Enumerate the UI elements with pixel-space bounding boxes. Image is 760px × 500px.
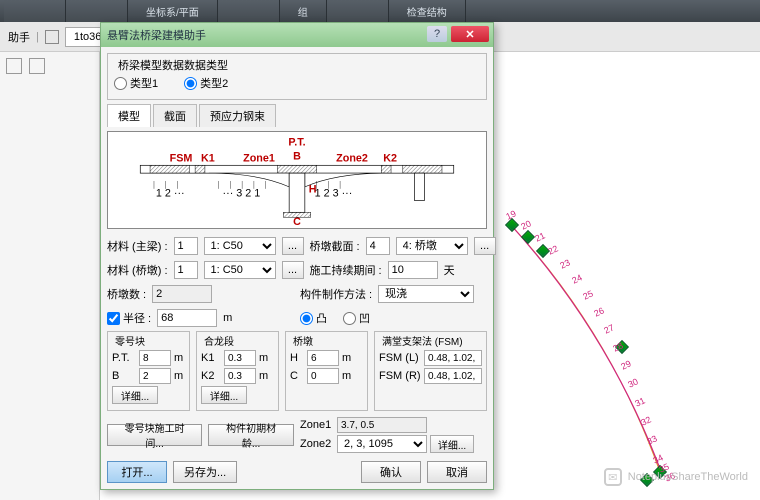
c-input[interactable]: [307, 368, 339, 384]
fsm-r-input[interactable]: [424, 368, 482, 384]
method-select[interactable]: 现浇: [378, 285, 474, 303]
duration-label: 施工持续期间 :: [310, 262, 382, 278]
svg-text:Zone1: Zone1: [243, 152, 275, 164]
tab-model[interactable]: 模型: [107, 104, 151, 127]
radio-convex[interactable]: 凸: [300, 310, 327, 326]
closure-detail-button[interactable]: 详细...: [201, 386, 247, 404]
svg-text:B: B: [293, 150, 301, 162]
wechat-icon: ✉: [604, 468, 622, 486]
toolbar-label: 助手: [8, 29, 30, 45]
pt-input[interactable]: [139, 350, 171, 366]
ok-button[interactable]: 确认: [361, 461, 421, 483]
zone2-select[interactable]: 2, 3, 1095: [337, 435, 427, 453]
fs-closure: 合龙段 K1m K2m 详细...: [196, 331, 279, 411]
duration-unit: 天: [444, 262, 455, 278]
pier-section-more[interactable]: ...: [474, 237, 496, 255]
radius-unit: m: [223, 312, 232, 324]
pier-material-select[interactable]: 1: C50: [204, 261, 276, 279]
pier-section-select[interactable]: 4: 桥墩: [396, 237, 468, 255]
zone-detail-button[interactable]: 详细...: [430, 435, 474, 453]
main-material-select[interactable]: 1: C50: [204, 237, 276, 255]
radius-input[interactable]: [157, 309, 217, 327]
method-label: 构件制作方法 :: [300, 286, 372, 302]
radio-concave[interactable]: 凹: [343, 310, 370, 326]
k2-input[interactable]: [224, 368, 256, 384]
fs-block0: 零号块 P.T.m Bm 详细...: [107, 331, 190, 411]
cancel-button[interactable]: 取消: [427, 461, 487, 483]
ribbon-group-group: 组: [280, 0, 327, 22]
svg-text:1 2 3 ···: 1 2 3 ···: [315, 188, 353, 200]
b-input[interactable]: [139, 368, 171, 384]
ribbon-btn[interactable]: [218, 0, 280, 22]
ribbon-btn[interactable]: [327, 0, 389, 22]
element-icon: [45, 30, 59, 44]
tab-tendon[interactable]: 预应力钢束: [199, 104, 276, 127]
pier-section-label: 桥墩截面 :: [310, 238, 360, 254]
app-ribbon: 坐标系/平面 组 检查结构: [0, 0, 760, 22]
pier-material-label: 材料 (桥墩) :: [107, 262, 168, 278]
close-button[interactable]: ✕: [451, 26, 489, 42]
svg-text:Zone2: Zone2: [336, 152, 368, 164]
svg-text:P.T.: P.T.: [288, 137, 305, 149]
ribbon-group-coord: 坐标系/平面: [128, 0, 218, 22]
fs-data-type-title: 桥梁模型数据数据类型: [114, 57, 232, 73]
pier-section-num[interactable]: [366, 237, 390, 255]
tree-icon[interactable]: [29, 58, 45, 74]
pier-material-more[interactable]: ...: [282, 261, 304, 279]
tree-icon[interactable]: [6, 58, 22, 74]
tab-section[interactable]: 截面: [153, 104, 197, 127]
duration-input[interactable]: [388, 261, 438, 279]
dialog-titlebar[interactable]: 悬臂法桥梁建模助手 ? ✕: [101, 23, 493, 47]
radio-type1[interactable]: 类型1: [114, 75, 158, 91]
fs-fsm: 满堂支架法 (FSM) FSM (L) FSM (R): [374, 331, 487, 411]
svg-text:K2: K2: [383, 152, 397, 164]
watermark: ✉ NoteplusShareTheWorld: [604, 468, 748, 486]
open-button[interactable]: 打开...: [107, 461, 167, 483]
ribbon-group-check: 检查结构: [389, 0, 466, 22]
main-material-label: 材料 (主梁) :: [107, 238, 168, 254]
pier-material-num[interactable]: [174, 261, 198, 279]
ribbon-btn[interactable]: [4, 0, 66, 22]
help-button[interactable]: ?: [427, 26, 447, 42]
pier-count-input: [152, 285, 212, 303]
svg-text:1 2 ···: 1 2 ···: [156, 188, 185, 200]
radius-checkbox[interactable]: 半径 :: [107, 310, 151, 326]
radio-type2[interactable]: 类型2: [184, 75, 228, 91]
dialog-title-text: 悬臂法桥梁建模助手: [107, 27, 206, 43]
k1-input[interactable]: [224, 350, 256, 366]
svg-text:K1: K1: [201, 152, 215, 164]
main-material-more[interactable]: ...: [282, 237, 304, 255]
block0-detail-button[interactable]: 详细...: [112, 386, 158, 404]
ribbon-btn[interactable]: [66, 0, 128, 22]
saveas-button[interactable]: 另存为...: [173, 461, 237, 483]
tab-strip: 模型 截面 预应力钢束: [107, 104, 487, 127]
zone1-input: [337, 417, 427, 433]
left-panel: [0, 52, 100, 500]
svg-text:C: C: [293, 216, 301, 228]
bridge-diagram: P.T. FSM K1 Zone1 B Zone2 K2: [107, 131, 487, 229]
wizard-dialog: 悬臂法桥梁建模助手 ? ✕ 桥梁模型数据数据类型 类型1 类型2 模型 截面 预…: [100, 22, 494, 490]
block0-time-button[interactable]: 零号块施工时间...: [107, 424, 202, 446]
pier-count-label: 桥墩数 :: [107, 286, 146, 302]
initial-age-button[interactable]: 构件初期材龄...: [208, 424, 294, 446]
svg-text:FSM: FSM: [170, 152, 193, 164]
svg-text:··· 3 2 1: ··· 3 2 1: [223, 188, 261, 200]
fs-pier: 桥墩 Hm Cm: [285, 331, 368, 411]
fsm-l-input[interactable]: [424, 350, 482, 366]
main-material-num[interactable]: [174, 237, 198, 255]
h-input[interactable]: [307, 350, 339, 366]
